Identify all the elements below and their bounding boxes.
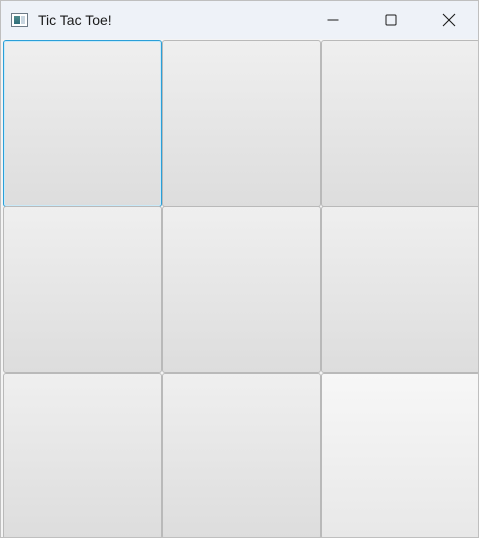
board-cell-2[interactable] xyxy=(162,40,321,207)
java-app-icon xyxy=(11,13,28,27)
maximize-button[interactable] xyxy=(362,1,420,39)
board-cell-3[interactable] xyxy=(321,40,478,207)
board-cell-1[interactable] xyxy=(3,40,162,207)
minimize-button[interactable] xyxy=(304,1,362,39)
maximize-icon xyxy=(385,14,397,26)
board-cell-8[interactable] xyxy=(162,373,321,537)
close-button[interactable] xyxy=(420,1,478,39)
title-bar[interactable]: Tic Tac Toe! xyxy=(1,1,478,39)
window-title: Tic Tac Toe! xyxy=(38,12,112,28)
board-cell-6[interactable] xyxy=(321,206,478,373)
board-cell-5[interactable] xyxy=(162,206,321,373)
minimize-icon xyxy=(327,19,339,21)
board-cell-9[interactable] xyxy=(321,373,478,537)
game-board xyxy=(2,39,478,537)
board-cell-7[interactable] xyxy=(3,373,162,537)
board-cell-4[interactable] xyxy=(3,206,162,373)
close-icon xyxy=(442,13,456,27)
app-window: Tic Tac Toe! xyxy=(0,0,479,538)
